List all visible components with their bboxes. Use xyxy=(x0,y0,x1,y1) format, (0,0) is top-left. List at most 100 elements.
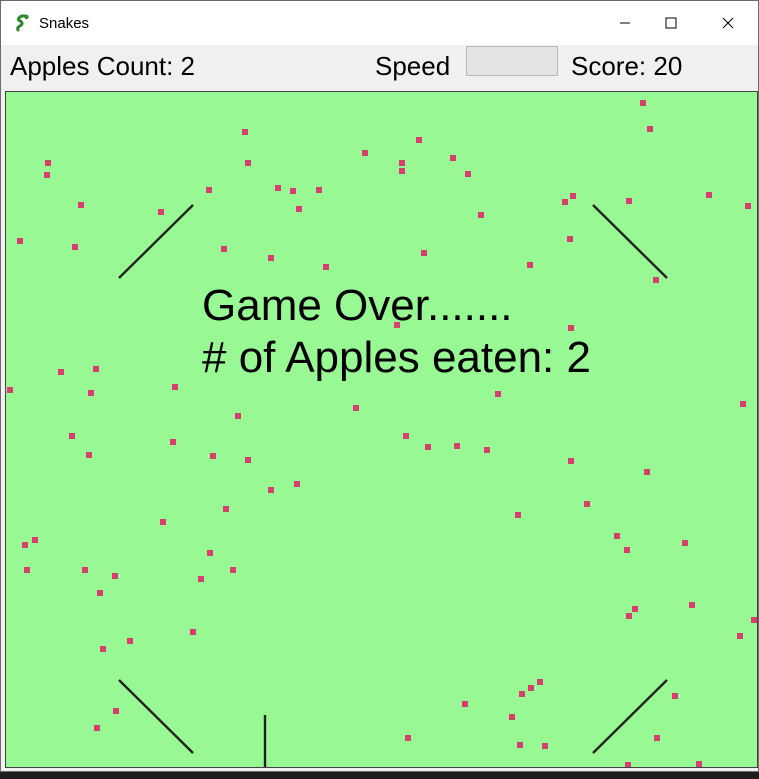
apple xyxy=(672,693,678,699)
apple xyxy=(527,262,533,268)
maximize-button[interactable] xyxy=(648,1,694,45)
close-icon xyxy=(722,17,734,29)
apple xyxy=(235,413,241,419)
apple xyxy=(584,501,590,507)
apple xyxy=(268,487,274,493)
apple xyxy=(478,212,484,218)
apple xyxy=(210,453,216,459)
apple xyxy=(682,540,688,546)
apple xyxy=(696,761,702,767)
apple xyxy=(17,238,23,244)
apple xyxy=(198,576,204,582)
apple xyxy=(24,567,30,573)
apples-count-label: Apples Count: 2 xyxy=(10,51,196,81)
speed-input[interactable] xyxy=(466,46,558,76)
obstacle-wall xyxy=(592,204,668,279)
apple xyxy=(32,537,38,543)
maximize-icon xyxy=(665,17,677,29)
apple xyxy=(44,172,50,178)
apple xyxy=(268,255,274,261)
apple xyxy=(689,602,695,608)
game-board[interactable]: Game Over....... # of Apples eaten: 2 xyxy=(5,91,758,768)
apple xyxy=(626,613,632,619)
apple xyxy=(294,481,300,487)
apple xyxy=(706,192,712,198)
apple xyxy=(528,685,534,691)
apple xyxy=(170,439,176,445)
obstacle-wall xyxy=(118,679,194,754)
game-window: Snakes Apples Count: 2 Speed Score: 20 G… xyxy=(0,0,759,772)
apple xyxy=(160,519,166,525)
apple xyxy=(7,387,13,393)
apple xyxy=(745,203,751,209)
apple xyxy=(450,155,456,161)
apple xyxy=(517,742,523,748)
board-canvas xyxy=(7,100,757,767)
game-toolbar: Apples Count: 2 Speed Score: 20 xyxy=(1,45,758,89)
apple xyxy=(399,160,405,166)
apple xyxy=(223,506,229,512)
apple xyxy=(416,137,422,143)
apple xyxy=(509,714,515,720)
apple xyxy=(454,443,460,449)
apple xyxy=(362,150,368,156)
apple xyxy=(640,100,646,106)
apple xyxy=(78,202,84,208)
close-button[interactable] xyxy=(705,1,751,45)
apple xyxy=(624,547,630,553)
apple xyxy=(625,762,631,767)
score-label: Score: 20 xyxy=(571,51,683,81)
obstacle-wall xyxy=(592,679,668,754)
apple xyxy=(421,250,427,256)
apple xyxy=(113,708,119,714)
game-over-message: Game Over....... # of Apples eaten: 2 xyxy=(202,280,591,384)
game-over-line: Game Over....... xyxy=(202,281,513,330)
apple xyxy=(88,390,94,396)
apple xyxy=(82,567,88,573)
apple xyxy=(399,168,405,174)
window-title: Snakes xyxy=(39,15,90,32)
apple xyxy=(323,264,329,270)
apple xyxy=(86,452,92,458)
apple xyxy=(72,244,78,250)
apple xyxy=(94,725,100,731)
apple xyxy=(127,638,133,644)
apple xyxy=(100,646,106,652)
apple xyxy=(93,366,99,372)
apple xyxy=(614,533,620,539)
apple xyxy=(484,447,490,453)
apple xyxy=(403,433,409,439)
apple xyxy=(653,277,659,283)
apple xyxy=(290,188,296,194)
apple xyxy=(242,129,248,135)
speed-label: Speed xyxy=(375,51,451,81)
apple xyxy=(207,550,213,556)
apple xyxy=(245,160,251,166)
title-bar[interactable]: Snakes xyxy=(1,1,758,45)
apple xyxy=(737,633,743,639)
apple xyxy=(275,185,281,191)
taskbar-strip xyxy=(0,772,759,779)
snake-icon xyxy=(14,14,32,32)
apple xyxy=(570,193,576,199)
apple xyxy=(112,573,118,579)
apple xyxy=(632,606,638,612)
apple xyxy=(515,512,521,518)
apple xyxy=(562,199,568,205)
apple xyxy=(537,679,543,685)
apple xyxy=(425,444,431,450)
apple xyxy=(230,567,236,573)
apple xyxy=(296,206,302,212)
apple xyxy=(542,743,548,749)
apple xyxy=(58,369,64,375)
apple xyxy=(97,590,103,596)
apple xyxy=(495,391,501,397)
apple xyxy=(221,246,227,252)
apple xyxy=(69,433,75,439)
apple xyxy=(405,735,411,741)
apple xyxy=(172,384,178,390)
apple xyxy=(519,691,525,697)
apple xyxy=(158,209,164,215)
minimize-button[interactable] xyxy=(602,1,648,45)
apple xyxy=(245,457,251,463)
